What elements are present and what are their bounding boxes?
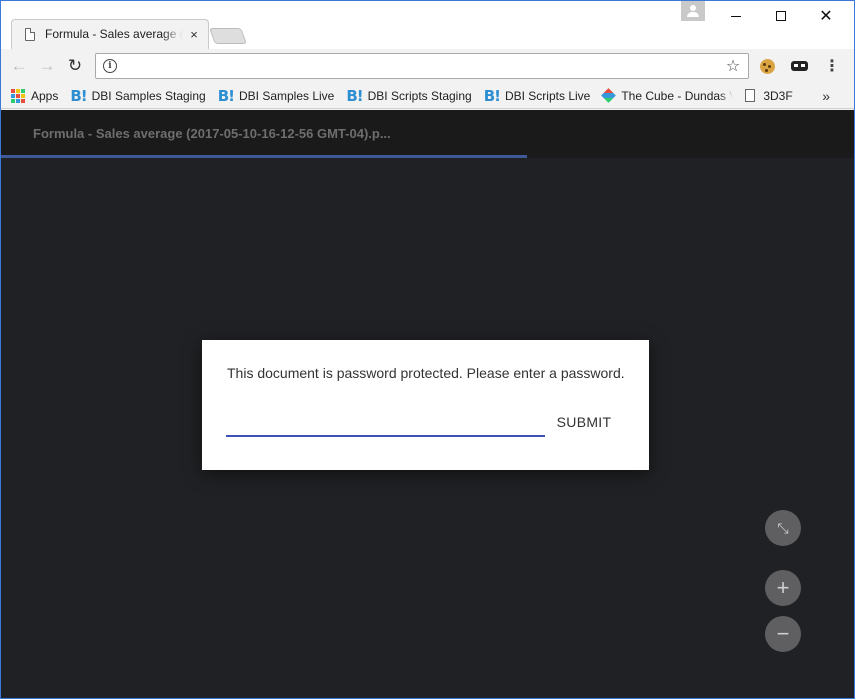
page-icon xyxy=(745,89,756,102)
bookmark-label: DBI Scripts Live xyxy=(504,88,591,103)
submit-button[interactable]: SUBMIT xyxy=(552,410,616,434)
dbi-logo-icon: B! xyxy=(346,86,363,105)
bookmarks-overflow-icon[interactable]: » xyxy=(822,88,830,104)
pdf-viewer: Formula - Sales average (2017-05-10-16-1… xyxy=(1,110,854,698)
fit-page-icon: ⤡ xyxy=(777,519,789,536)
bookmark-label: DBI Scripts Staging xyxy=(367,88,472,103)
document-title: Formula - Sales average (2017-05-10-16-1… xyxy=(33,126,391,141)
maximize-icon xyxy=(776,11,786,21)
info-icon[interactable]: i xyxy=(103,59,117,73)
tab-close-icon[interactable]: × xyxy=(187,27,201,42)
browser-window: Formula - Sales average (2017-05-10-16-1… xyxy=(0,0,855,699)
cookie-extension-icon[interactable] xyxy=(757,56,777,76)
zoom-in-button[interactable]: + xyxy=(765,570,801,606)
zoom-out-button[interactable]: − xyxy=(765,616,801,652)
forward-button[interactable]: → xyxy=(36,55,58,77)
bookmark-dbi-scripts-staging[interactable]: B! DBI Scripts Staging xyxy=(346,85,471,107)
cookie-icon xyxy=(759,58,775,74)
bookmark-3d3f[interactable]: 3D3F xyxy=(745,85,793,107)
bookmark-label: DBI Samples Live xyxy=(238,88,335,103)
active-tab-content[interactable]: Formula - Sales average (2017-05-10-16-1… xyxy=(11,19,209,49)
profile-button[interactable] xyxy=(681,1,705,21)
load-progress-bar xyxy=(1,155,527,158)
dbi-logo-icon: B! xyxy=(483,86,501,105)
bookmark-dbi-samples-staging[interactable]: B! DBI Samples Staging xyxy=(70,85,205,107)
plus-icon: + xyxy=(776,575,790,600)
document-header: Formula - Sales average (2017-05-10-16-1… xyxy=(1,110,854,158)
bookmarks-bar: Apps B! DBI Samples Staging B! DBI Sampl… xyxy=(1,83,854,109)
bookmark-the-cube[interactable]: The Cube - Dundas VI xyxy=(601,85,734,107)
cube-icon xyxy=(601,88,617,103)
bookmark-apps[interactable]: Apps xyxy=(11,85,58,107)
password-input[interactable] xyxy=(226,410,545,437)
fit-to-page-button[interactable]: ⤡ xyxy=(765,510,801,546)
new-tab-button[interactable] xyxy=(209,28,247,44)
dbi-logo-icon: B! xyxy=(217,86,235,105)
bookmark-label: DBI Samples Staging xyxy=(91,88,206,103)
minus-icon: − xyxy=(776,621,790,646)
reload-button[interactable]: ↻ xyxy=(64,55,86,77)
dbi-logo-icon: B! xyxy=(70,86,87,105)
mask-icon xyxy=(790,61,808,71)
browser-toolbar: ← → ↻ i ☆ ⋮ xyxy=(1,49,854,83)
bookmark-label: The Cube - Dundas VI xyxy=(621,88,734,103)
maximize-button[interactable] xyxy=(758,1,804,31)
password-dialog: This document is password protected. Ple… xyxy=(202,340,649,470)
profile-icon-shoulders xyxy=(687,12,699,17)
tab-title: Formula - Sales average (2017-05-10-16-1… xyxy=(45,27,183,41)
page-icon xyxy=(25,27,35,41)
mask-extension-icon[interactable] xyxy=(789,56,809,76)
profile-icon xyxy=(690,5,696,11)
bookmark-dbi-scripts-live[interactable]: B! DBI Scripts Live xyxy=(484,85,591,107)
address-bar[interactable]: i ☆ xyxy=(95,53,749,79)
minimize-button[interactable] xyxy=(713,1,759,31)
menu-icon[interactable]: ⋮ xyxy=(822,56,842,76)
bookmark-label: Apps xyxy=(31,88,59,103)
password-prompt-message: This document is password protected. Ple… xyxy=(227,365,625,381)
star-icon[interactable]: ☆ xyxy=(720,56,746,76)
tab-strip: Formula - Sales average (2017-05-10-16-1… xyxy=(1,1,854,49)
back-button[interactable]: ← xyxy=(8,55,30,77)
bookmark-dbi-samples-live[interactable]: B! DBI Samples Live xyxy=(218,85,335,107)
close-window-button[interactable]: ✕ xyxy=(803,1,849,31)
bookmark-label: 3D3F xyxy=(763,88,793,103)
minimize-icon xyxy=(731,15,741,17)
apps-grid-icon xyxy=(11,88,25,103)
